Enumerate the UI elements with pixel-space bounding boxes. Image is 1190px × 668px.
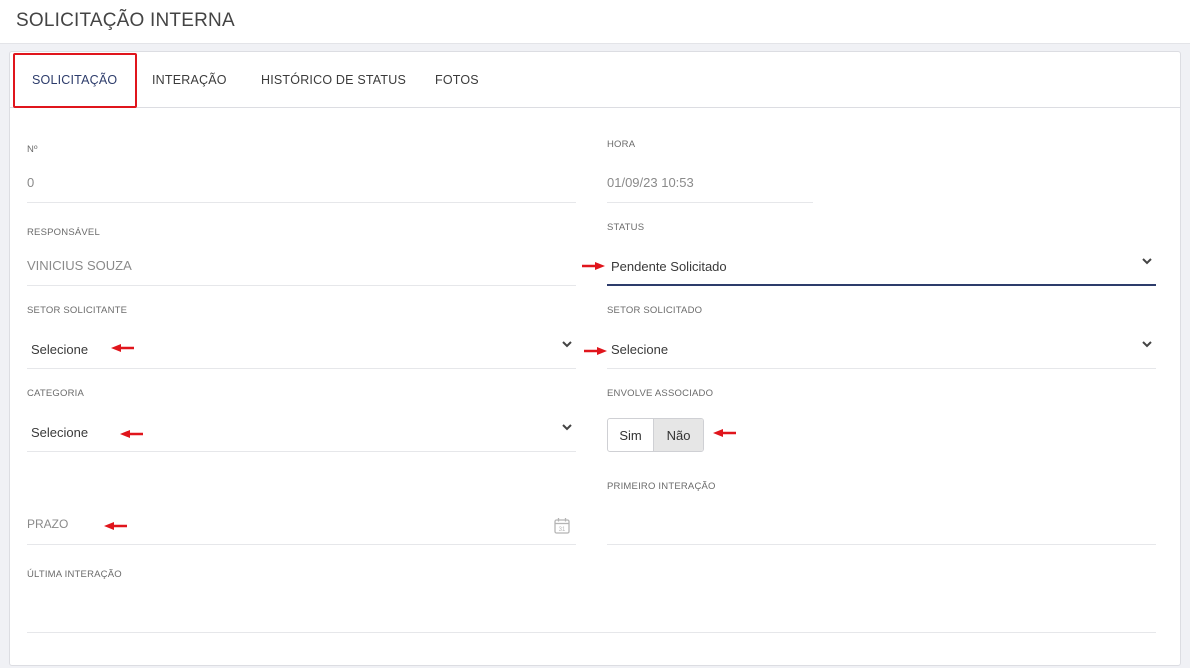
svg-text:31: 31 (559, 527, 566, 533)
ultima-interacao-label: ÚLTIMA INTERAÇÃO (27, 569, 122, 580)
annotation-arrow-icon (104, 522, 127, 530)
prazo-underline (27, 544, 576, 545)
annotation-arrow-icon (713, 429, 736, 437)
toggle-sim-button[interactable]: Sim (608, 419, 655, 451)
setor-solicitado-underline (607, 368, 1156, 369)
setor-solicitado-select[interactable]: Selecione (611, 342, 668, 357)
chevron-down-icon[interactable] (1141, 339, 1153, 349)
responsavel-value: VINICIUS SOUZA (27, 258, 132, 273)
calendar-icon[interactable]: 31 (554, 517, 570, 534)
setor-solicitante-label: SETOR SOLICITANTE (27, 305, 128, 316)
annotation-arrow-icon (584, 347, 607, 355)
tab-historico-de-status[interactable]: HISTÓRICO DE STATUS (261, 73, 406, 87)
primeiro-interacao-label: PRIMEIRO INTERAÇÃO (607, 481, 716, 492)
tab-bar: SOLICITAÇÃO INTERAÇÃO HISTÓRICO DE STATU… (10, 52, 1180, 108)
hora-underline (607, 202, 813, 203)
responsavel-underline (27, 285, 576, 286)
status-label: STATUS (607, 222, 645, 233)
setor-solicitante-underline (27, 368, 576, 369)
annotation-arrow-icon (120, 430, 143, 438)
tab-solicitacao[interactable]: SOLICITAÇÃO (32, 73, 117, 87)
status-underline (607, 284, 1156, 286)
hora-value: 01/09/23 10:53 (607, 175, 694, 190)
page-title: SOLICITAÇÃO INTERNA (16, 10, 235, 31)
chevron-down-icon[interactable] (561, 422, 573, 432)
setor-solicitado-label: SETOR SOLICITADO (607, 305, 703, 316)
chevron-down-icon[interactable] (1141, 256, 1153, 266)
numero-value: 0 (27, 175, 35, 190)
tab-fotos[interactable]: FOTOS (435, 73, 479, 87)
hora-label: HORA (607, 139, 636, 150)
toggle-nao-button[interactable]: Não (654, 419, 703, 451)
categoria-underline (27, 451, 576, 452)
envolve-associado-label: ENVOLVE ASSOCIADO (607, 388, 714, 399)
tab-interacao[interactable]: INTERAÇÃO (152, 73, 227, 87)
prazo-input[interactable]: PRAZO (27, 517, 68, 531)
annotation-arrow-icon (582, 262, 605, 270)
setor-solicitante-select[interactable]: Selecione (31, 342, 88, 357)
page-header: SOLICITAÇÃO INTERNA (0, 0, 1190, 44)
categoria-select[interactable]: Selecione (31, 425, 88, 440)
chevron-down-icon[interactable] (561, 339, 573, 349)
form-card: SOLICITAÇÃO INTERAÇÃO HISTÓRICO DE STATU… (9, 51, 1181, 666)
primeiro-interacao-underline (607, 544, 1156, 545)
status-select[interactable]: Pendente Solicitado (611, 259, 727, 274)
numero-label: Nº (27, 144, 38, 155)
envolve-associado-toggle[interactable]: Sim Não (607, 418, 704, 452)
ultima-interacao-underline (27, 632, 1156, 633)
categoria-label: CATEGORIA (27, 388, 85, 399)
annotation-arrow-icon (111, 344, 134, 352)
numero-underline (27, 202, 576, 203)
responsavel-label: RESPONSÁVEL (27, 227, 100, 238)
